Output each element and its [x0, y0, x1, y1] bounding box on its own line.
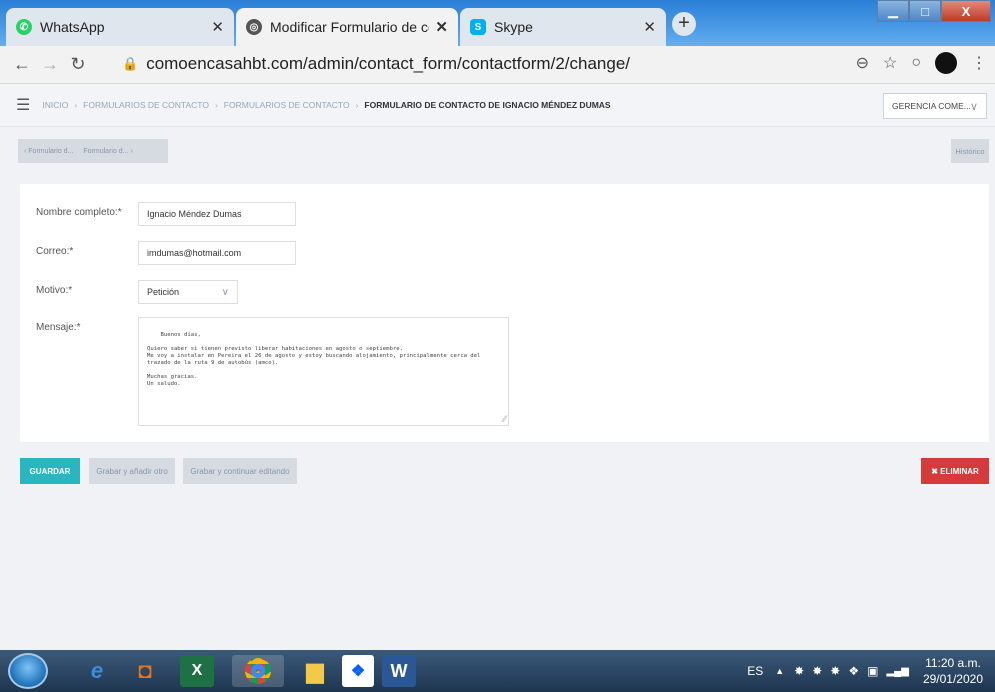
close-tab-icon[interactable]: ✕ [211, 18, 224, 36]
message-label: Mensaje:* [36, 322, 81, 333]
save-and-add-button[interactable]: Grabar y añadir otro [89, 458, 175, 484]
chevron-right-icon: › [214, 100, 218, 110]
toolbar-right: ⊖ ☆ ○ ⋮ [856, 52, 987, 74]
reason-select[interactable]: Petición ∨ [138, 280, 238, 304]
office-icon[interactable]: ◘ [124, 655, 166, 687]
excel-icon[interactable]: X [180, 655, 214, 687]
window-controls: ▁ □ X [877, 0, 991, 22]
app-tray-icon[interactable]: ✸ [794, 664, 804, 678]
breadcrumb: INICIO › FORMULARIOS DE CONTACTO › FORMU… [42, 100, 616, 110]
message-row: Mensaje:* [36, 322, 138, 333]
dropbox-tray-icon[interactable]: ❖ [848, 664, 859, 678]
word-icon[interactable]: W [382, 655, 416, 687]
reason-row: Motivo:* [36, 285, 138, 296]
close-window-icon[interactable]: X [941, 0, 991, 22]
hamburger-menu-icon[interactable]: ☰ [16, 95, 30, 115]
previous-object-link[interactable]: ‹ Formulario d... [24, 148, 73, 155]
forward-arrow-icon[interactable]: → [36, 54, 64, 75]
browser-tabstrip: ✆ WhatsApp ✕ ◎ Modificar Formulario de c… [0, 0, 995, 46]
maximize-icon[interactable]: □ [909, 0, 941, 22]
zoom-icon[interactable]: ⊖ [856, 53, 869, 73]
app-tray-icon[interactable]: ✸ [812, 664, 822, 678]
delete-button[interactable]: ✖ ELIMINAR [921, 458, 989, 484]
folder-icon[interactable]: ▆ [294, 655, 336, 687]
app-tray-icon[interactable]: ✸ [830, 664, 840, 678]
message-text: Buenos días, Quiero saber si tienen prev… [147, 332, 481, 387]
reload-icon[interactable]: ↻ [64, 54, 92, 75]
chevron-right-icon: › [74, 100, 78, 110]
save-button[interactable]: GUARDAR [20, 458, 80, 484]
globe-icon: ◎ [246, 19, 262, 35]
breadcrumb-current: FORMULARIO DE CONTACTO DE IGNACIO MÉNDEZ… [364, 100, 611, 110]
clock-time: 11:20 a.m. [925, 656, 981, 670]
tab-contact-form[interactable]: ◎ Modificar Formulario de contacto ✕ [236, 8, 458, 46]
chevron-right-icon: › [355, 100, 359, 110]
chevron-down-icon: ∨ [221, 286, 229, 298]
resize-handle-icon[interactable]: ⁄⁄ [503, 416, 506, 425]
form-panel: Nombre completo:* Ignacio Méndez Dumas C… [20, 184, 989, 442]
bookmark-star-icon[interactable]: ☆ [883, 53, 897, 73]
show-hidden-icons-icon[interactable]: ▲ [775, 666, 784, 676]
system-tray: ES ▲ ✸ ✸ ✸ ❖ ▣ ▂▄▆ 11:20 a.m. 29/01/2020 [747, 650, 995, 692]
menu-dots-icon[interactable]: ⋮ [971, 53, 987, 73]
close-tab-icon[interactable]: ✕ [435, 18, 448, 36]
message-textarea[interactable]: Buenos días, Quiero saber si tienen prev… [138, 317, 509, 426]
url-text: comoencasahbt.com/admin/contact_form/con… [146, 54, 630, 73]
name-input[interactable]: Ignacio Méndez Dumas [138, 202, 296, 226]
user-menu-dropdown[interactable]: GERENCIA COME... ∨ [883, 93, 987, 119]
clock[interactable]: 11:20 a.m. 29/01/2020 [923, 655, 983, 687]
breadcrumb-model[interactable]: FORMULARIOS DE CONTACTO [224, 100, 350, 110]
name-row: Nombre completo:* [36, 207, 138, 218]
start-button[interactable] [8, 653, 48, 689]
name-label: Nombre completo:* [36, 207, 122, 218]
close-tab-icon[interactable]: ✕ [643, 18, 656, 36]
reason-selected-value: Petición [147, 287, 180, 297]
browser-toolbar: ← → ↻ 🔒 comoencasahbt.com/admin/contact_… [0, 46, 995, 84]
chevron-down-icon: ∨ [969, 100, 978, 113]
network-icon[interactable]: ▣ [867, 664, 878, 678]
admin-header: ☰ INICIO › FORMULARIOS DE CONTACTO › FOR… [0, 84, 995, 127]
breadcrumb-home[interactable]: INICIO [42, 100, 68, 110]
tab-title: WhatsApp [40, 19, 105, 35]
email-input[interactable]: imdumas@hotmail.com [138, 241, 296, 265]
object-navigation: ‹ Formulario d... Formulario d... › [18, 139, 168, 163]
lock-icon: 🔒 [122, 56, 139, 71]
profile-avatar[interactable] [935, 52, 957, 74]
new-tab-button[interactable]: + [672, 12, 696, 36]
whatsapp-icon: ✆ [16, 19, 32, 35]
windows-taskbar: e ◘ X ▆ ❖ W ES ▲ ✸ ✸ ✸ ❖ ▣ ▂▄▆ 11:20 a.m… [0, 650, 995, 692]
minimize-icon[interactable]: ▁ [877, 0, 909, 22]
tab-whatsapp[interactable]: ✆ WhatsApp ✕ [6, 8, 234, 46]
email-label: Correo:* [36, 246, 74, 257]
back-arrow-icon[interactable]: ← [8, 54, 36, 75]
next-object-link[interactable]: Formulario d... › [83, 148, 132, 155]
history-button[interactable]: Histórico [951, 139, 989, 163]
chrome-icon[interactable] [232, 655, 284, 687]
save-and-continue-button[interactable]: Grabar y continuar editando [183, 458, 297, 484]
language-indicator[interactable]: ES [747, 664, 763, 678]
signal-icon[interactable]: ▂▄▆ [886, 666, 908, 677]
clock-date: 29/01/2020 [922, 672, 983, 686]
dropbox-icon[interactable]: ❖ [342, 655, 374, 687]
opera-icon[interactable]: ○ [911, 54, 921, 72]
user-menu-label: GERENCIA COME... [892, 101, 971, 111]
internet-explorer-icon[interactable]: e [76, 655, 118, 687]
breadcrumb-app[interactable]: FORMULARIOS DE CONTACTO [83, 100, 209, 110]
tab-skype[interactable]: S Skype ✕ [460, 8, 666, 46]
address-bar[interactable]: 🔒 comoencasahbt.com/admin/contact_form/c… [112, 50, 912, 78]
tab-title: Modificar Formulario de contacto [270, 19, 429, 35]
reason-label: Motivo:* [36, 285, 73, 296]
skype-icon: S [470, 19, 486, 35]
email-row: Correo:* [36, 246, 138, 257]
tab-title: Skype [494, 19, 533, 35]
